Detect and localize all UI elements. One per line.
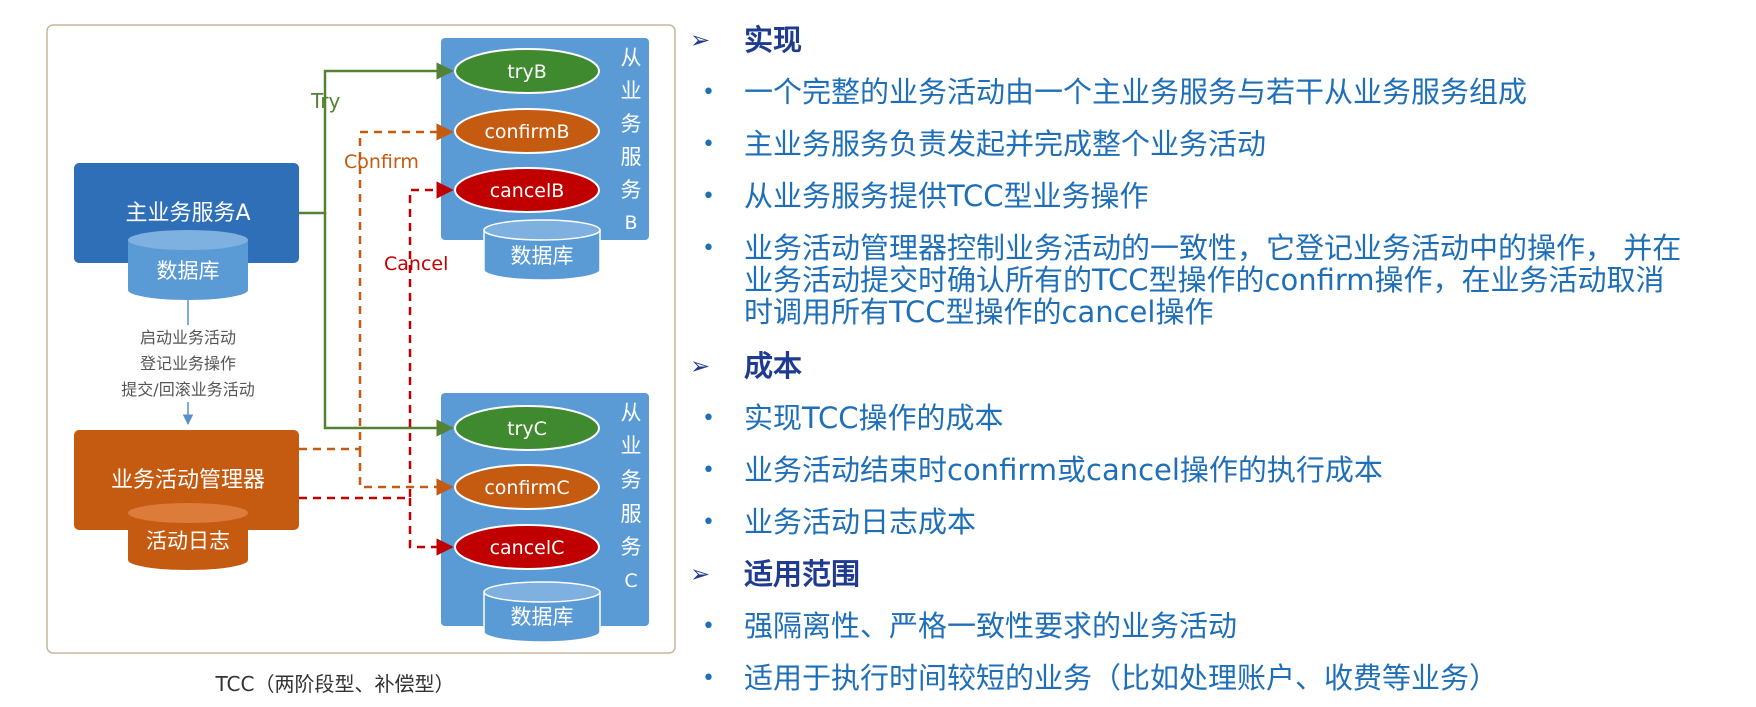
dot-bullet-icon: • (702, 614, 715, 639)
op-try-c-label: tryC (507, 418, 547, 440)
service-b-db-cylinder: 数据库 (483, 219, 601, 281)
service-c-db-cylinder: 数据库 (483, 581, 601, 643)
dot-bullet-icon: • (702, 184, 715, 209)
service-b-side-2: 务 (621, 112, 642, 136)
dot-bullet-icon: • (702, 666, 715, 691)
arrow-bullet-icon: ➢ (690, 26, 711, 54)
dot-bullet-icon: • (702, 458, 715, 483)
service-c-side-1: 业 (621, 434, 642, 458)
arrow-bullet-icon: ➢ (690, 560, 711, 588)
main-db-cylinder: 数据库 (128, 230, 248, 300)
bullet-text: 适用于执行时间较短的业务（比如处理账户、收费等业务） (744, 661, 1499, 695)
cancel-label: Cancel (384, 253, 448, 275)
service-b-side-0: 从 (621, 46, 642, 70)
service-c-side-0: 从 (621, 401, 642, 425)
bullet-text: 主业务服务负责发起并完成整个业务活动 (744, 127, 1267, 161)
bullet-text-line-3: 时调用所有TCC型操作的cancel操作 (744, 295, 1214, 329)
tcc-diagram: 主业务服务A 数据库 启动业务活动 登记业务操作 提交/回滚业务活动 业务活动管… (46, 24, 676, 654)
dot-bullet-icon: • (702, 80, 715, 105)
arrow-bullet-icon: ➢ (690, 352, 711, 380)
service-b-db-label: 数据库 (511, 244, 574, 268)
bullet-text: 业务活动结束时confirm或cancel操作的执行成本 (744, 453, 1383, 487)
note-start: 启动业务活动 (140, 328, 236, 347)
op-cancel-c-label: cancelC (490, 537, 565, 559)
bullet-text: 一个完整的业务活动由一个主业务服务与若干从业务服务组成 (744, 75, 1528, 109)
main-service-label: 主业务服务A (125, 201, 250, 226)
try-label: Try (310, 89, 341, 113)
diagram-caption: TCC（两阶段型、补偿型） (215, 672, 455, 696)
service-b-side-1: 业 (621, 79, 642, 103)
note-register: 登记业务操作 (140, 354, 236, 373)
dot-bullet-icon: • (702, 236, 715, 261)
bullet-text-line-2: 业务活动提交时确认所有的TCC型操作的confirm操作，在业务活动取消 (744, 263, 1665, 297)
op-try-b-label: tryB (507, 61, 547, 83)
note-commit: 提交/回滚业务活动 (121, 380, 254, 399)
bullet-text: 业务活动日志成本 (744, 505, 977, 539)
section-heading-text: 适用范围 (744, 557, 861, 591)
manager-log-cylinder: 活动日志 (128, 503, 248, 570)
manager-label: 业务活动管理器 (111, 468, 265, 493)
service-b-side-4: 务 (621, 178, 642, 202)
dot-bullet-icon: • (702, 510, 715, 535)
op-cancel-b-label: cancelB (490, 180, 565, 202)
dot-bullet-icon: • (702, 406, 715, 431)
bullet-text: 从业务服务提供TCC型业务操作 (744, 179, 1149, 213)
text-panel: ➢ 实现 • 一个完整的业务活动由一个主业务服务与若干从业务服务组成 • 主业务… (690, 0, 1756, 707)
dot-bullet-icon: • (702, 132, 715, 157)
service-b-side-5: B (624, 212, 637, 234)
manager-log-label: 活动日志 (146, 529, 230, 553)
service-c-side-5: C (624, 570, 637, 592)
bullet-text: 强隔离性、严格一致性要求的业务活动 (744, 609, 1238, 643)
section-heading-text: 实现 (744, 23, 803, 57)
op-confirm-b-label: confirmB (484, 121, 569, 143)
op-confirm-c-label: confirmC (484, 477, 569, 499)
service-b-side-3: 服 (621, 145, 642, 169)
service-c-side-4: 务 (621, 535, 642, 559)
section-heading-text: 成本 (744, 349, 803, 383)
service-c-side-2: 务 (621, 468, 642, 492)
bullet-text-line-1: 业务活动管理器控制业务活动的一致性，它登记业务活动中的操作， 并在 (744, 231, 1682, 265)
service-c-side-3: 服 (621, 502, 642, 526)
confirm-label: Confirm (344, 151, 419, 173)
main-db-label: 数据库 (157, 259, 220, 283)
service-c-db-label: 数据库 (511, 605, 574, 629)
bullet-text: 实现TCC操作的成本 (744, 401, 1004, 435)
